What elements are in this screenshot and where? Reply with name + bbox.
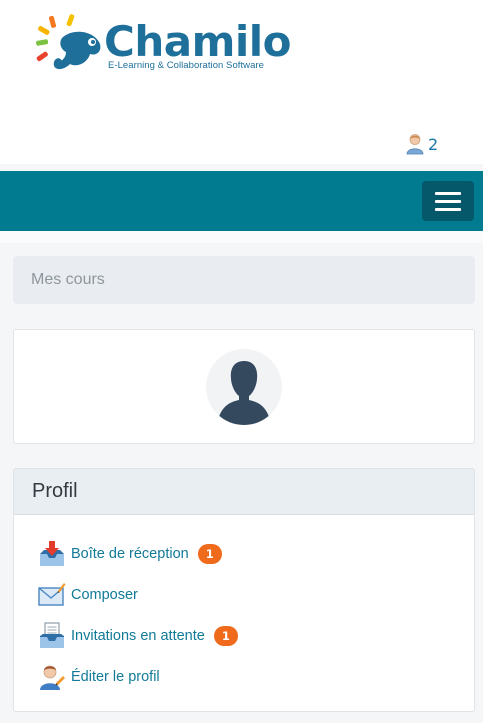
hamburger-bar	[435, 191, 461, 195]
menu-item-label: Éditer le profil	[71, 669, 160, 685]
menu-item-label: Invitations en attente	[71, 628, 205, 644]
hamburger-bar	[435, 199, 461, 203]
hamburger-menu-button[interactable]	[422, 181, 474, 221]
default-avatar-icon	[217, 361, 271, 425]
profil-panel: Profil Boîte de réception 1 Composer Inv…	[13, 468, 475, 712]
profil-panel-header: Profil	[14, 469, 474, 515]
chamilo-logo[interactable]: Chamilo E-Learning & Collaboration Softw…	[32, 12, 302, 82]
inbox-count-badge: 1	[197, 544, 222, 564]
users-online-link[interactable]: 2	[406, 133, 438, 155]
inbox-icon	[40, 541, 64, 566]
mes-cours-panel[interactable]: Mes cours	[13, 256, 475, 304]
profil-title: Profil	[32, 480, 78, 502]
menu-item-inbox[interactable]: Boîte de réception 1	[38, 539, 222, 569]
edit-profile-icon	[40, 665, 65, 690]
menu-item-compose[interactable]: Composer	[38, 580, 138, 610]
users-online-count: 2	[428, 134, 439, 154]
invitations-icon	[40, 622, 64, 648]
site-header: Chamilo E-Learning & Collaboration Softw…	[0, 0, 483, 164]
mes-cours-label: Mes cours	[31, 271, 105, 288]
menu-item-label: Boîte de réception	[71, 546, 189, 562]
avatar[interactable]	[206, 349, 282, 425]
menu-item-label: Composer	[71, 587, 138, 603]
user-icon	[406, 134, 424, 155]
brand-tagline: E-Learning & Collaboration Software	[108, 60, 264, 71]
chameleon-logo-icon	[36, 14, 101, 70]
menu-item-edit-profile[interactable]: Éditer le profil	[38, 662, 160, 692]
hamburger-bar	[435, 207, 461, 211]
invitations-count-badge: 1	[213, 626, 238, 646]
main-navbar	[0, 171, 483, 231]
compose-envelope-icon	[38, 583, 66, 606]
menu-item-invitations[interactable]: Invitations en attente 1	[38, 621, 238, 651]
brand-name: Chamilo	[104, 17, 291, 66]
navbar-shadow	[0, 231, 483, 243]
profile-avatar-card	[13, 329, 475, 444]
